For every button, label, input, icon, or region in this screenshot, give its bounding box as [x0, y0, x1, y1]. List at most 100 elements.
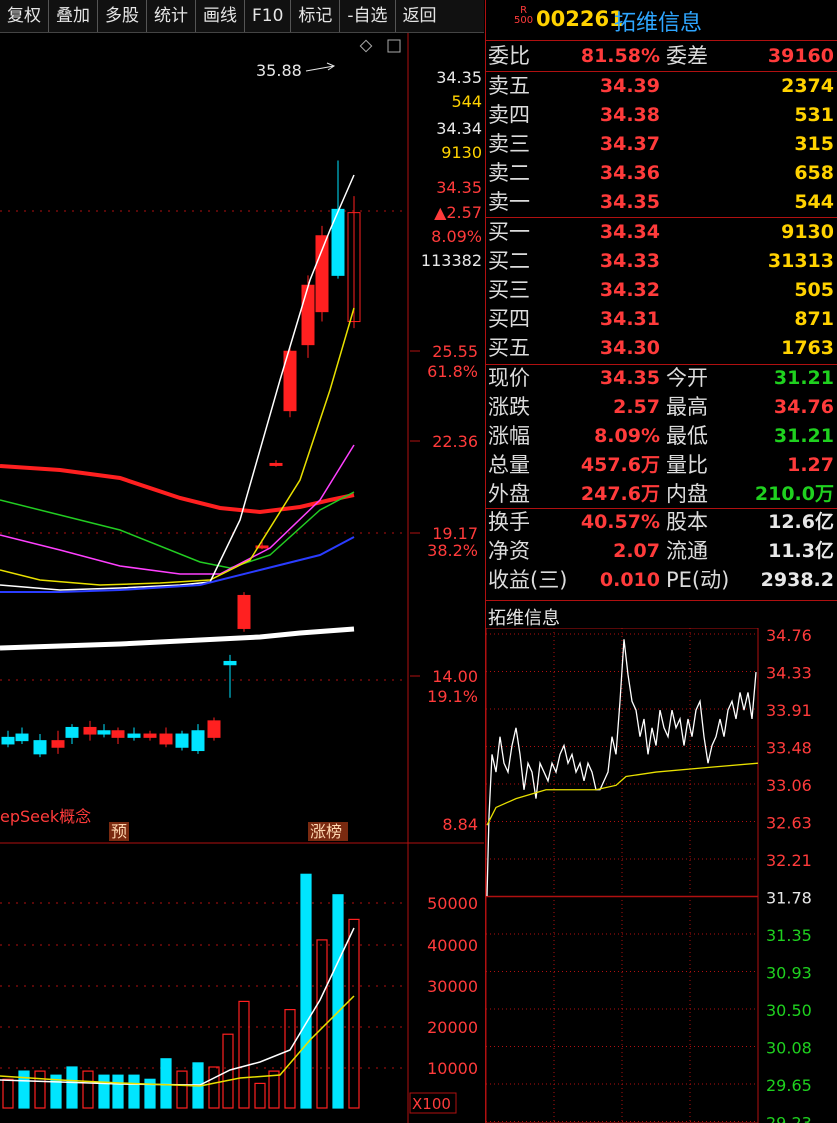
- volume-bar: [82, 1070, 94, 1109]
- bid-level-row[interactable]: 买四 34.31 871: [486, 305, 837, 334]
- finance-value: 2938.2: [760, 569, 834, 591]
- price-axis-label: 8.84: [442, 815, 478, 834]
- weibi-value: 81.58%: [580, 45, 660, 67]
- volume-bar: [2, 1078, 14, 1109]
- finance-value: 2.07: [613, 540, 660, 562]
- mini-axis-label: 33.91: [766, 701, 812, 720]
- weibi-label: 委比: [488, 44, 530, 68]
- ma-120-line: [0, 464, 355, 515]
- stock-header: R 500 002261 拓维信息: [486, 0, 837, 41]
- margin-badge: R 500: [514, 5, 534, 26]
- volume-bar: [66, 1066, 78, 1109]
- quote-stack-value: 34.35: [436, 68, 482, 87]
- ask-level-row[interactable]: 卖五 34.39 2374: [486, 72, 837, 101]
- ask-volume: 315: [794, 133, 834, 155]
- divider: [486, 600, 837, 601]
- bid-price: 34.31: [599, 308, 660, 330]
- ask-volume: 544: [794, 191, 834, 213]
- candle-body: [15, 733, 29, 742]
- panel-toggle-icon: [387, 39, 401, 53]
- candle-body: [97, 730, 111, 735]
- mini-axis-label: 33.06: [766, 776, 812, 795]
- ask-level-row[interactable]: 卖四 34.38 531: [486, 101, 837, 130]
- quote-stack-value: 8.09%: [431, 227, 482, 246]
- ask-level-row[interactable]: 卖三 34.37 315: [486, 130, 837, 159]
- stat-label: 涨幅: [488, 424, 530, 448]
- intraday-chart[interactable]: 34.76 34.33 33.91 33.48 33.06 32.63 32.21 31.78…: [486, 628, 837, 1123]
- price-axis-label: 22.36: [432, 432, 478, 451]
- candle-body: [159, 733, 173, 745]
- stat-label: 量比: [666, 453, 708, 477]
- ask-level-row[interactable]: 卖二 34.36 658: [486, 159, 837, 188]
- ask-price: 34.35: [599, 191, 660, 213]
- remove-watchlist-button[interactable]: -自选: [340, 0, 396, 32]
- volume-bar: [208, 1066, 220, 1109]
- volume-axis-label: 30000: [427, 977, 478, 996]
- volume-bar: [98, 1074, 110, 1109]
- mark-button[interactable]: 标记: [291, 0, 341, 32]
- candle-body: [237, 594, 251, 629]
- diamond-icon: [359, 39, 373, 53]
- bid-level-row[interactable]: 买二 34.33 31313: [486, 247, 837, 276]
- stat-value: 31.21: [773, 367, 834, 389]
- stat-label: 现价: [488, 366, 530, 390]
- quote-stack-value: 544: [451, 92, 482, 111]
- stat-value: 8.09%: [594, 425, 660, 447]
- multi-stock-button[interactable]: 多股: [98, 0, 147, 32]
- ask-price: 34.37: [599, 133, 660, 155]
- restore-rights-button[interactable]: 复权: [0, 0, 49, 32]
- ask-level-row[interactable]: 卖一 34.35 544: [486, 188, 837, 217]
- mini-axis-label: 32.63: [766, 814, 812, 833]
- quote-stack-value: 9130: [441, 143, 482, 162]
- candle-body: [301, 284, 315, 346]
- stat-value: 31.21: [773, 425, 834, 447]
- ask-price: 34.36: [599, 162, 660, 184]
- statistics-button[interactable]: 统计: [147, 0, 196, 32]
- mini-axis-label: 34.33: [766, 664, 812, 683]
- ma-250-line: [0, 536, 355, 593]
- ask-volume: 2374: [781, 75, 834, 97]
- bid-volume: 871: [794, 308, 834, 330]
- mini-axis-label: 29.65: [766, 1076, 812, 1095]
- ma-30-line: [0, 444, 355, 575]
- draw-line-button[interactable]: 画线: [196, 0, 245, 32]
- intraday-title: 拓维信息: [488, 608, 560, 629]
- bid-volume: 31313: [767, 250, 834, 272]
- f10-button[interactable]: F10: [245, 0, 292, 32]
- stat-label: 最高: [666, 395, 708, 419]
- bid-label: 买四: [488, 307, 530, 331]
- bid-level-row[interactable]: 买三 34.32 505: [486, 276, 837, 305]
- mini-axis-label: 33.48: [766, 739, 812, 758]
- price-axis-label: 25.55: [432, 342, 478, 361]
- stock-name[interactable]: 拓维信息: [614, 5, 702, 37]
- bid-volume: 1763: [781, 337, 834, 359]
- peak-price-label: 35.88: [256, 61, 302, 80]
- candle-body: [175, 733, 189, 748]
- bid-label: 买三: [488, 278, 530, 302]
- concept-label: epSeek概念: [0, 807, 91, 826]
- ask-label: 卖三: [488, 132, 530, 156]
- mini-axis-label: 30.93: [766, 964, 812, 983]
- pct-axis-label: 19.1%: [427, 687, 478, 706]
- overlay-button[interactable]: 叠加: [49, 0, 98, 32]
- volume-bar: [238, 1000, 250, 1109]
- ma-10-line: [0, 307, 355, 586]
- ask-price: 34.38: [599, 104, 660, 126]
- stat-value: 34.35: [599, 367, 660, 389]
- bid-price: 34.33: [599, 250, 660, 272]
- mini-axis-label: 30.50: [766, 1001, 812, 1020]
- candle-body: [127, 733, 141, 738]
- bid-price: 34.30: [599, 337, 660, 359]
- stat-label: 内盘: [666, 482, 708, 506]
- quote-panel: R 500 002261 拓维信息 委比 81.58% 委差 39160 卖五 3…: [485, 0, 837, 1123]
- bid-level-row[interactable]: 买五 34.30 1763: [486, 334, 837, 363]
- ma-60-line: [0, 491, 355, 569]
- finance-value: 40.57%: [580, 511, 660, 533]
- kline-chart[interactable]: 35.8825.5522.3619.1714.008.8461.8%38.2%1…: [0, 0, 484, 1123]
- quote-stack-value: ▲2.57: [434, 203, 482, 222]
- bid-level-row[interactable]: 买一 34.34 9130: [486, 218, 837, 247]
- volume-bar: [332, 894, 344, 1109]
- back-button[interactable]: 返回: [396, 0, 444, 32]
- stat-label: 最低: [666, 424, 708, 448]
- finance-label: 收益(三): [488, 568, 568, 592]
